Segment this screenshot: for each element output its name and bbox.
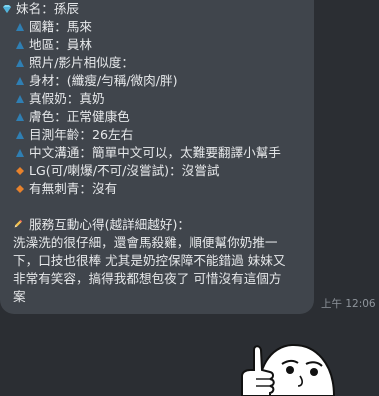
message-timestamp: 上午 12:06 bbox=[321, 298, 376, 310]
triangle-icon bbox=[15, 148, 25, 158]
triangle-icon bbox=[15, 112, 25, 122]
profile-line-photo-similarity: 照片/影片相似度： bbox=[0, 54, 134, 72]
triangle-icon bbox=[15, 40, 25, 50]
pencil-icon bbox=[13, 219, 25, 231]
orange-diamond-icon bbox=[15, 184, 25, 194]
triangle-icon bbox=[15, 94, 25, 104]
triangle-icon bbox=[15, 22, 25, 32]
profile-line-nationality: 國籍：馬來 bbox=[0, 18, 92, 36]
triangle-icon bbox=[15, 130, 25, 140]
profile-line-breast: 真假奶：真奶 bbox=[0, 90, 105, 108]
orange-diamond-icon bbox=[15, 166, 25, 176]
profile-line-region: 地區：員林 bbox=[0, 36, 92, 54]
thumbs-up-meme-face-sticker[interactable] bbox=[230, 336, 340, 396]
triangle-icon bbox=[15, 58, 25, 68]
message-bubble[interactable]: 妹名：孫辰 國籍：馬來 地區：員林 照片/影片相似度： 身材：(纖瘦/勻稱/微肉… bbox=[0, 0, 314, 314]
triangle-icon bbox=[15, 76, 25, 86]
review-heading: 服務互動心得(越詳細越好)： bbox=[0, 216, 190, 234]
profile-line-tattoo: 有無刺青：沒有 bbox=[0, 180, 117, 198]
profile-line-body: 身材：(纖瘦/勻稱/微肉/胖) bbox=[0, 72, 178, 90]
profile-line-skin: 膚色：正常健康色 bbox=[0, 108, 130, 126]
profile-line-age: 目測年齡：26左右 bbox=[0, 126, 133, 144]
profile-line-name: 妹名：孫辰 bbox=[0, 0, 79, 18]
diamond-icon bbox=[2, 4, 12, 14]
profile-line-chinese: 中文溝通：簡單中文可以，太難要翻譯小幫手 bbox=[0, 144, 281, 162]
review-body: 洗澡洗的很仔細，還會馬殺雞，順便幫你奶推一 下，口技也很棒 尤其是奶控保障不能錯… bbox=[13, 235, 286, 304]
profile-line-lg: LG(可/喇爆/不可/沒嘗試)：沒嘗試 bbox=[0, 162, 219, 180]
